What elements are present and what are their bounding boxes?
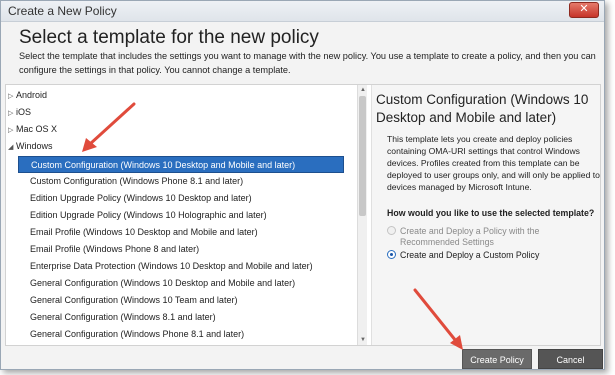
template-item[interactable]: Edition Upgrade Policy (Windows 10 Deskt… [18, 190, 344, 207]
template-item[interactable]: Custom Configuration (Windows Phone 8.1 … [18, 173, 344, 190]
template-item[interactable]: General Configuration (Windows 10 Deskto… [18, 275, 344, 292]
template-details: Custom Configuration (Windows 10 Desktop… [371, 85, 600, 345]
usage-question: How would you like to use the selected t… [387, 208, 595, 218]
page-title: Select a template for the new policy [19, 27, 319, 48]
tree-scrollbar[interactable]: ▲ ▼ [357, 85, 367, 345]
content-panel: ▷ Android ▷ iOS ▷ Mac OS X ◢ Windows Custom Conf… [5, 84, 601, 346]
window-title: Create a New Policy [8, 4, 117, 18]
template-tree: ▷ Android ▷ iOS ▷ Mac OS X ◢ Windows Custom Conf… [6, 85, 357, 345]
radio-button-recommended [387, 226, 396, 235]
tree-platform-label: Android [16, 90, 48, 100]
expanded-arrow-icon[interactable]: ◢ [8, 139, 16, 156]
create-policy-button[interactable]: Create Policy [462, 349, 532, 369]
template-item[interactable]: Custom Configuration (Windows 10 Desktop… [18, 156, 344, 173]
tree-platform-label: Windows [16, 141, 53, 151]
scroll-thumb[interactable] [359, 96, 366, 216]
collapsed-arrow-icon[interactable]: ▷ [8, 122, 16, 139]
template-item[interactable]: Edition Upgrade Policy (Windows 10 Holog… [18, 207, 344, 224]
close-button[interactable]: ✕ [569, 2, 599, 18]
header-description: Select the template that includes the se… [19, 51, 596, 75]
tree-platform-4[interactable]: ◢ Windows [6, 138, 53, 155]
title-bar: Create a New Policy ✕ [1, 1, 604, 22]
template-item[interactable]: Email Profile (Windows 10 Desktop and Mo… [18, 224, 344, 241]
template-item[interactable]: General Configuration (Windows Phone 8.1… [18, 326, 344, 343]
template-item[interactable]: General Configuration (Windows 8.1 and l… [18, 309, 344, 326]
create-policy-dialog: Create a New Policy ✕ Select a template … [0, 0, 605, 370]
tree-platform-2[interactable]: ▷ iOS [6, 104, 31, 121]
scroll-down-icon[interactable]: ▼ [358, 335, 368, 345]
radio-label-recommended: Create and Deploy a Policy with the Reco… [400, 226, 540, 247]
tree-platform-label: iOS [16, 107, 32, 117]
radio-label-custom[interactable]: Create and Deploy a Custom Policy [400, 250, 600, 261]
radio-button-custom[interactable] [387, 250, 396, 259]
tree-platform-3[interactable]: ▷ Mac OS X [6, 121, 57, 138]
collapsed-arrow-icon[interactable]: ▷ [8, 105, 16, 122]
dialog-footer: Create Policy Cancel [1, 346, 604, 369]
dialog-header: Select a template for the new policy Sel… [1, 22, 604, 80]
template-item[interactable]: General Configuration (Windows 10 Team a… [18, 292, 344, 309]
tree-platform-1[interactable]: ▷ Android [6, 87, 47, 104]
tree-platform-label: Mac OS X [16, 124, 58, 134]
scroll-up-icon[interactable]: ▲ [358, 85, 368, 95]
details-description: This template lets you create and deploy… [387, 134, 600, 192]
details-title: Custom Configuration (Windows 10 Desktop… [376, 92, 589, 125]
collapsed-arrow-icon[interactable]: ▷ [8, 88, 16, 105]
cancel-button[interactable]: Cancel [538, 349, 603, 369]
template-item[interactable]: Enterprise Data Protection (Windows 10 D… [18, 258, 344, 275]
template-item[interactable]: Email Profile (Windows Phone 8 and later… [18, 241, 344, 258]
